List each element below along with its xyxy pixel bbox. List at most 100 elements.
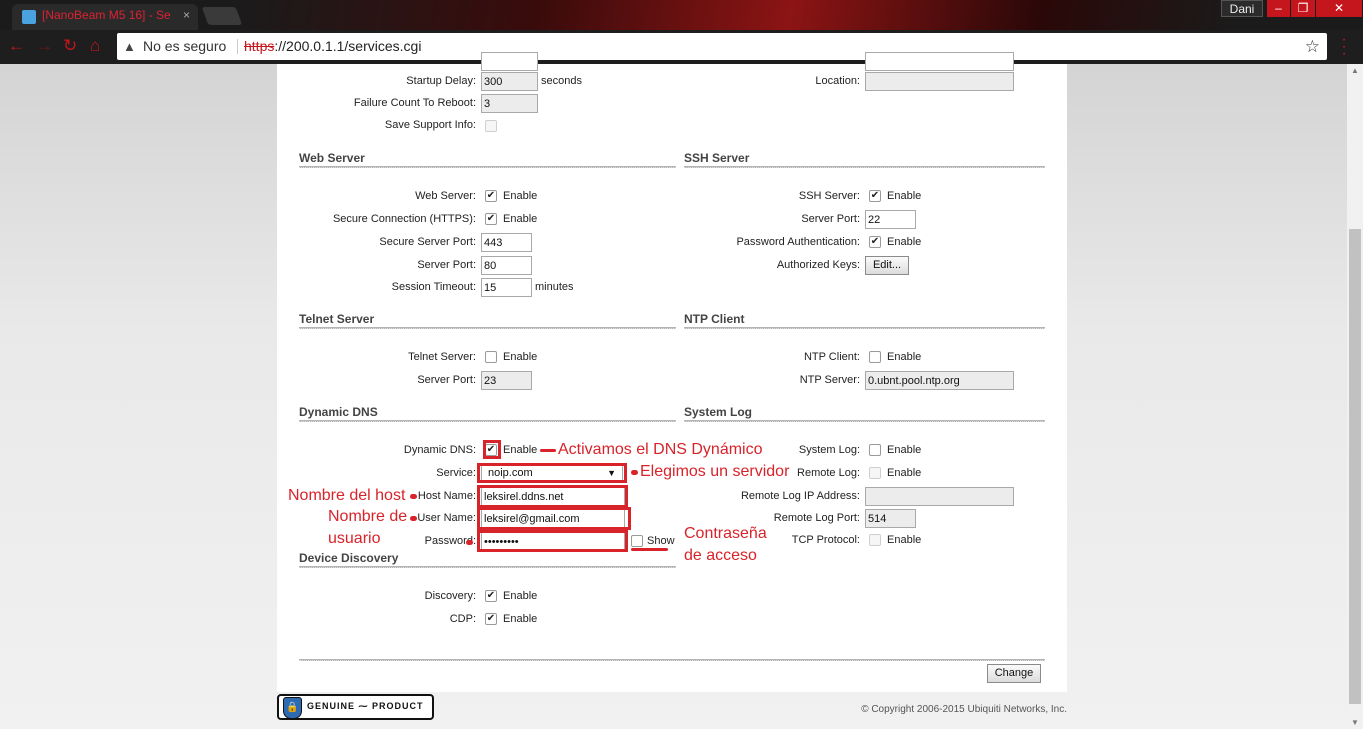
edit-keys-button[interactable]: Edit... [865, 256, 909, 275]
discovery-checkbox[interactable]: ✔ [485, 590, 497, 602]
forward-arrow-icon[interactable]: → [36, 36, 53, 56]
activate-ddns-annotation: Activamos el DNS Dynámico [558, 441, 763, 458]
telnet-server-label: Telnet Server: [408, 351, 476, 363]
system-log-heading: System Log [684, 405, 753, 419]
session-timeout-input[interactable] [481, 278, 532, 297]
dynamic-dns-heading: Dynamic DNS [299, 405, 378, 419]
scrollbar[interactable]: ▲ ▼ [1347, 64, 1363, 729]
password-auth-checkbox[interactable]: ✔ [869, 236, 881, 248]
title-bar-decoration [240, 0, 1240, 30]
choose-server-pointer [631, 470, 638, 475]
dynamic-dns-checkbox[interactable]: ✔ [485, 444, 497, 456]
web-server-checkbox[interactable]: ✔ [485, 190, 497, 202]
user-name-annotation-line2: usuario [328, 530, 381, 547]
remote-log-enable-label: Enable [887, 467, 922, 479]
password-input[interactable] [481, 532, 625, 551]
web-server-port-label: Server Port: [417, 259, 476, 271]
show-password-checkbox[interactable] [631, 535, 643, 547]
url-text[interactable]: https://200.0.1.1/services.cgi [244, 33, 421, 60]
ssh-server-divider [684, 166, 1045, 168]
service-select[interactable]: noip.com ▼ [481, 465, 623, 482]
activate-ddns-pointer [540, 449, 556, 452]
user-name-input[interactable] [481, 509, 625, 528]
startup-delay-label: Startup Delay: [406, 75, 476, 87]
password-annotation-underline [631, 548, 668, 551]
cdp-label: CDP: [449, 613, 476, 625]
ntp-client-enable-label: Enable [887, 351, 922, 363]
web-server-divider [299, 166, 676, 168]
url-path: ://200.0.1.1/services.cgi [274, 38, 422, 54]
authorized-keys-label: Authorized Keys: [776, 259, 860, 271]
startup-delay-unit: seconds [541, 75, 582, 87]
tcp-protocol-enable-label: Enable [887, 534, 922, 546]
secure-connection-label: Secure Connection (HTTPS): [332, 213, 476, 225]
discovery-enable-label: Enable [503, 590, 538, 602]
ssh-server-heading: SSH Server [684, 151, 750, 165]
device-discovery-divider [299, 566, 676, 568]
services-panel: Startup Delay: seconds Failure Count To … [277, 52, 1067, 692]
new-tab-button[interactable] [201, 7, 243, 25]
cdp-checkbox[interactable]: ✔ [485, 613, 497, 625]
remote-log-port-input[interactable] [865, 509, 916, 528]
telnet-server-checkbox[interactable] [485, 351, 497, 363]
system-log-checkbox[interactable] [869, 444, 881, 456]
show-password-label: Show [647, 535, 675, 547]
user-name-pointer [410, 516, 417, 521]
scroll-down-icon[interactable]: ▼ [1351, 718, 1359, 727]
ntp-client-divider [684, 327, 1045, 329]
security-label[interactable]: No es seguro [143, 33, 226, 60]
scrollbar-thumb[interactable] [1349, 229, 1361, 704]
password-auth-label: Password Authentication: [736, 236, 860, 248]
maximize-button[interactable]: ❐ [1291, 0, 1315, 17]
page-footer: 🔒 GENUINE ⁓ PRODUCT © Copyright 2006-201… [277, 692, 1067, 729]
ssh-server-label: SSH Server: [798, 190, 860, 202]
star-icon[interactable]: ☆ [1305, 33, 1320, 60]
scroll-up-icon[interactable]: ▲ [1351, 66, 1359, 75]
host-name-input[interactable] [481, 487, 625, 506]
secure-connection-checkbox[interactable]: ✔ [485, 213, 497, 225]
tcp-protocol-checkbox[interactable] [869, 534, 881, 546]
telnet-server-enable-label: Enable [503, 351, 538, 363]
web-server-port-input[interactable] [481, 256, 532, 275]
change-button[interactable]: Change [987, 664, 1041, 683]
reload-icon[interactable]: ↻ [63, 36, 77, 56]
address-bar[interactable]: ▲ No es seguro https://200.0.1.1/service… [117, 33, 1327, 60]
profile-button[interactable]: Dani [1221, 0, 1263, 17]
ssh-server-checkbox[interactable]: ✔ [869, 190, 881, 202]
remote-log-ip-input[interactable] [865, 487, 1014, 506]
secure-port-label: Secure Server Port: [379, 236, 476, 248]
save-support-label: Save Support Info: [384, 119, 476, 131]
close-window-button[interactable]: ✕ [1316, 0, 1362, 17]
ssh-port-input[interactable] [865, 210, 916, 229]
browser-toolbar: ← → ↻ ⌂ ▲ No es seguro https://200.0.1.1… [0, 30, 1363, 64]
web-server-enable-label: Enable [503, 190, 538, 202]
failure-count-input[interactable] [481, 94, 538, 113]
cut-off-input-right[interactable] [865, 52, 1014, 71]
secure-connection-enable-label: Enable [503, 213, 538, 225]
session-timeout-unit: minutes [535, 281, 574, 293]
secure-port-input[interactable] [481, 233, 532, 252]
tab-close-icon[interactable]: × [183, 8, 190, 22]
browser-tab[interactable]: [NanoBeam M5 16] - Se × [12, 4, 198, 30]
ntp-client-checkbox[interactable] [869, 351, 881, 363]
home-icon[interactable]: ⌂ [90, 36, 100, 56]
tab-favicon-icon [22, 10, 36, 24]
telnet-port-input[interactable] [481, 371, 532, 390]
minimize-button[interactable]: – [1267, 0, 1290, 17]
ntp-client-heading: NTP Client [684, 312, 745, 326]
ssh-port-label: Server Port: [801, 213, 860, 225]
ntp-server-input[interactable] [865, 371, 1014, 390]
cut-off-input-left[interactable] [481, 52, 538, 71]
ssh-server-enable-label: Enable [887, 190, 922, 202]
host-name-annotation: Nombre del host [288, 487, 406, 504]
menu-dots-icon[interactable]: · · · [1338, 32, 1350, 62]
remote-log-checkbox[interactable] [869, 467, 881, 479]
device-discovery-heading: Device Discovery [299, 551, 399, 565]
back-arrow-icon[interactable]: ← [8, 36, 25, 56]
save-support-checkbox[interactable] [485, 120, 497, 132]
service-select-value: noip.com [488, 467, 533, 479]
startup-delay-input[interactable] [481, 72, 538, 91]
browser-title-bar: [NanoBeam M5 16] - Se × Dani – ❐ ✕ [0, 0, 1363, 30]
location-input[interactable] [865, 72, 1014, 91]
password-pointer [466, 540, 473, 545]
